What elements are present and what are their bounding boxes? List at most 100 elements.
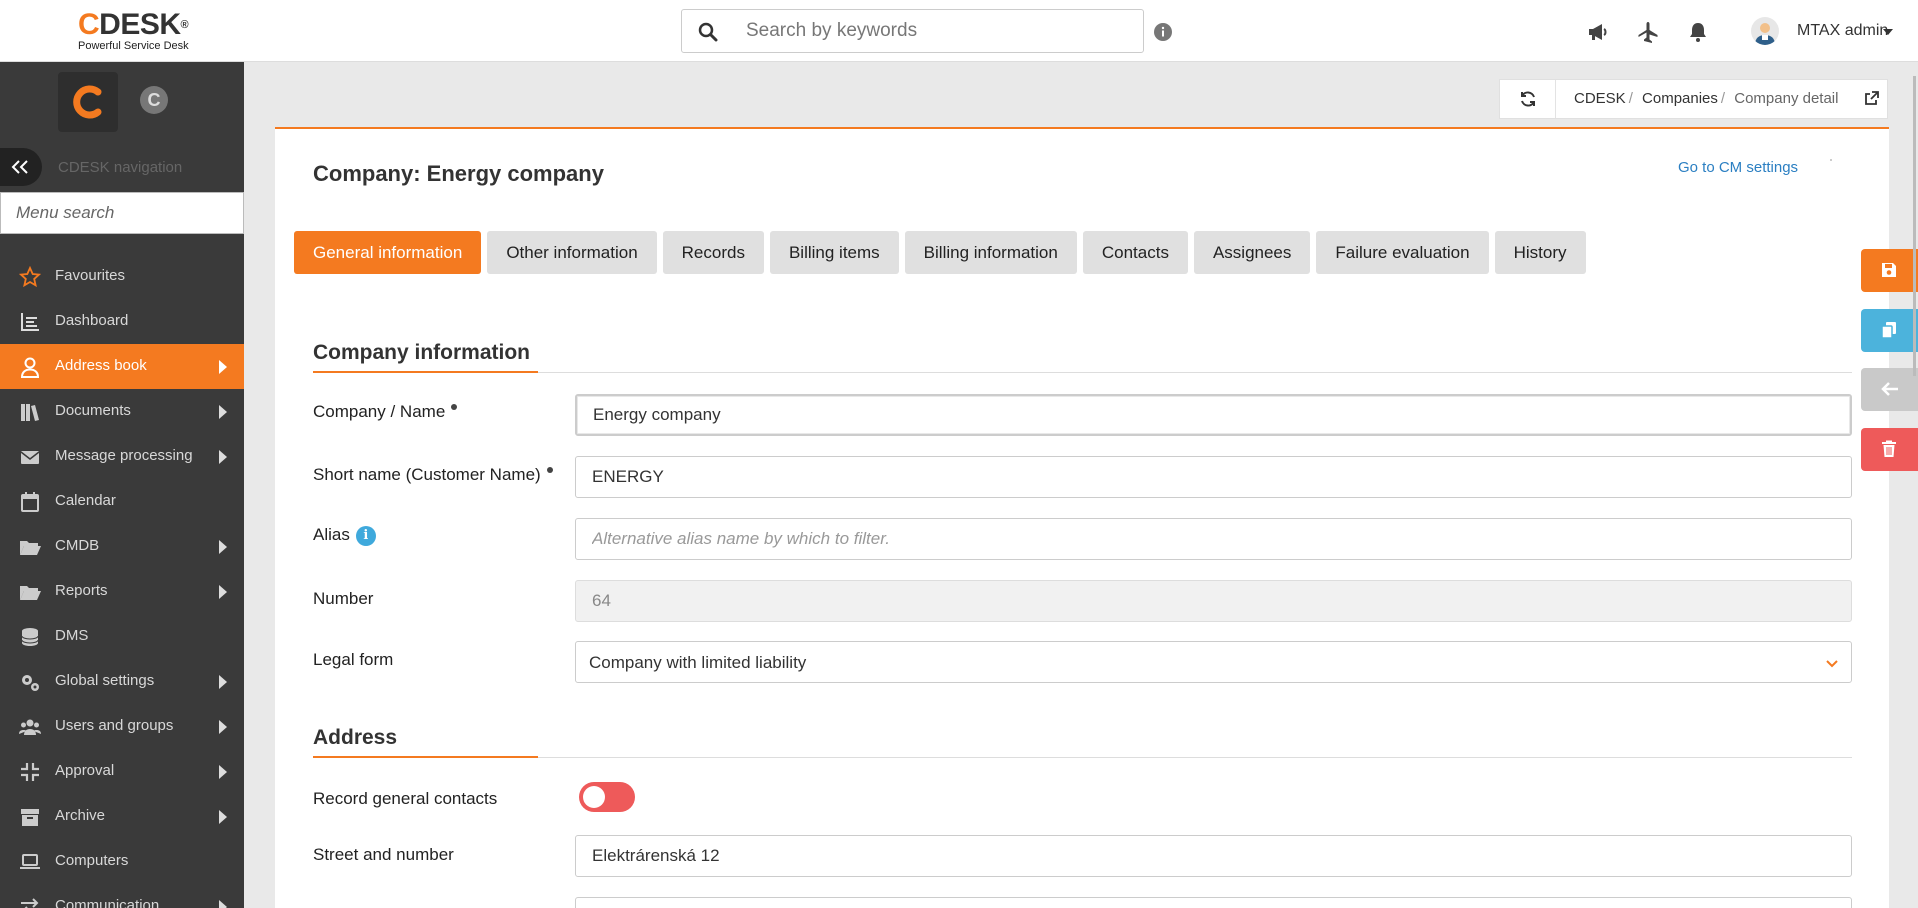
- megaphone-icon[interactable]: [1586, 20, 1610, 44]
- back-button[interactable]: [1861, 368, 1918, 411]
- global-search[interactable]: [681, 9, 1144, 53]
- exchange-icon: [21, 898, 39, 908]
- divider-dot: [1830, 159, 1832, 161]
- sidebar-item-message-processing[interactable]: Message processing: [0, 434, 244, 479]
- sidebar-item-cmdb[interactable]: CMDB: [0, 524, 244, 569]
- tab-billing-information[interactable]: Billing information: [904, 231, 1077, 274]
- caret-right-icon[interactable]: [219, 720, 227, 734]
- street-input[interactable]: [575, 835, 1852, 877]
- breadcrumb-current: Company detail: [1734, 90, 1839, 107]
- breadcrumb: CDESK / Companies / Company detail: [1499, 79, 1888, 119]
- breadcrumb-link-cdesk[interactable]: CDESK: [1574, 90, 1626, 107]
- sidebar-item-dashboard[interactable]: Dashboard: [0, 299, 244, 344]
- alias-label: Alias i: [313, 525, 376, 546]
- breadcrumb-separator: /: [1720, 90, 1726, 107]
- short-name-label-text: Short name (Customer Name): [313, 465, 541, 484]
- user-menu-caret-icon[interactable]: [1883, 29, 1893, 35]
- caret-right-icon[interactable]: [219, 540, 227, 554]
- envelope-icon: [20, 451, 40, 464]
- caret-right-icon[interactable]: [219, 810, 227, 824]
- sidebar-item-global-settings[interactable]: Global settings: [0, 659, 244, 704]
- tab-other-information[interactable]: Other information: [487, 231, 657, 274]
- avatar[interactable]: [1751, 17, 1779, 45]
- chart-icon: [21, 313, 39, 331]
- user-menu[interactable]: MTAX admin: [1797, 22, 1888, 40]
- tab-records[interactable]: Records: [662, 231, 764, 274]
- tab-assignees[interactable]: Assignees: [1193, 231, 1311, 274]
- search-info-icon[interactable]: [1153, 22, 1173, 42]
- short-name-label: Short name (Customer Name): [313, 465, 553, 485]
- legal-form-select[interactable]: Company with limited liability: [575, 641, 1852, 683]
- user-avatar-icon: [1755, 23, 1775, 45]
- caret-right-icon[interactable]: [219, 585, 227, 599]
- collapse-sidebar-button[interactable]: [0, 148, 42, 186]
- sidebar-item-reports[interactable]: Reports: [0, 569, 244, 614]
- star-icon: [19, 266, 41, 288]
- sidebar-item-users-and-groups[interactable]: Users and groups: [0, 704, 244, 749]
- tab-billing-items[interactable]: Billing items: [769, 231, 899, 274]
- bell-icon[interactable]: [1686, 20, 1710, 44]
- save-button[interactable]: [1861, 249, 1918, 292]
- tab-history[interactable]: History: [1494, 231, 1586, 274]
- sidebar-item-documents[interactable]: Documents: [0, 389, 244, 434]
- caret-right-icon[interactable]: [219, 405, 227, 419]
- sidebar-small-logo[interactable]: C: [140, 86, 168, 114]
- caret-right-icon[interactable]: [219, 450, 227, 464]
- external-link-icon[interactable]: [1864, 91, 1879, 106]
- cm-settings-link[interactable]: Go to CM settings: [1678, 159, 1798, 176]
- alias-input[interactable]: [575, 518, 1852, 560]
- breadcrumb-separator: /: [1628, 90, 1633, 107]
- calendar-icon: [21, 492, 39, 512]
- delete-button[interactable]: [1861, 428, 1918, 471]
- alias-info-icon[interactable]: i: [355, 525, 376, 546]
- record-contacts-toggle[interactable]: [579, 782, 635, 812]
- tab-failure-evaluation[interactable]: Failure evaluation: [1316, 231, 1489, 274]
- airplane-icon[interactable]: [1636, 20, 1660, 44]
- company-detail-card: Company: Energy company Go to CM setting…: [275, 127, 1889, 908]
- cdesk-logo[interactable]: CDESK® Powerful Service Desk: [78, 10, 208, 54]
- database-icon: [21, 628, 39, 646]
- number-field: [575, 580, 1852, 622]
- tab-general-information[interactable]: General information: [294, 231, 482, 274]
- trash-icon: [1882, 440, 1896, 457]
- refresh-button[interactable]: [1500, 80, 1556, 118]
- next-address-input[interactable]: [575, 897, 1852, 908]
- sidebar-logo[interactable]: [58, 72, 118, 132]
- legal-form-label: Legal form: [313, 650, 394, 669]
- breadcrumb-trail: CDESK / Companies / Company detail: [1574, 90, 1838, 107]
- sidebar-item-approval[interactable]: Approval: [0, 749, 244, 794]
- caret-right-icon[interactable]: [219, 360, 227, 374]
- company-info-heading: Company information: [313, 341, 531, 364]
- street-label: Street and number: [313, 845, 454, 864]
- tab-contacts[interactable]: Contacts: [1082, 231, 1188, 274]
- sidebar-item-calendar[interactable]: Calendar: [0, 479, 244, 524]
- company-name-input[interactable]: [575, 394, 1852, 436]
- sidebar-menu: Favourites Dashboard Address book Documents…: [0, 254, 244, 908]
- menu-search[interactable]: [0, 192, 244, 234]
- caret-right-icon[interactable]: [219, 675, 227, 689]
- caret-right-icon[interactable]: [219, 765, 227, 779]
- logo-tagline: Powerful Service Desk: [78, 40, 189, 52]
- menu-search-input[interactable]: [1, 193, 243, 233]
- sidebar-item-communication[interactable]: Communication: [0, 884, 244, 908]
- breadcrumb-link-companies[interactable]: Companies: [1642, 90, 1718, 107]
- required-dot: [546, 467, 553, 473]
- page-scrollbar[interactable]: [1913, 76, 1916, 376]
- chevron-down-icon: [1826, 660, 1838, 668]
- sidebar-item-computers[interactable]: Computers: [0, 839, 244, 884]
- sidebar-item-label: Computers: [55, 852, 129, 869]
- sidebar-item-label: Dashboard: [55, 312, 129, 329]
- short-name-input[interactable]: [575, 456, 1852, 498]
- logo-word: DESK: [99, 8, 181, 41]
- copy-button[interactable]: [1861, 309, 1918, 352]
- sidebar-item-favourites[interactable]: Favourites: [0, 254, 244, 299]
- sidebar-item-archive[interactable]: Archive: [0, 794, 244, 839]
- sidebar-item-label: Documents: [55, 402, 131, 419]
- search-input[interactable]: [746, 18, 1126, 44]
- refresh-icon: [1521, 91, 1535, 107]
- caret-right-icon[interactable]: [219, 900, 227, 908]
- section-divider: [313, 371, 1852, 373]
- sidebar-item-address-book[interactable]: Address book: [0, 344, 244, 389]
- sidebar-item-dms[interactable]: DMS: [0, 614, 244, 659]
- sidebar-nav-label: CDESK navigation: [58, 159, 183, 176]
